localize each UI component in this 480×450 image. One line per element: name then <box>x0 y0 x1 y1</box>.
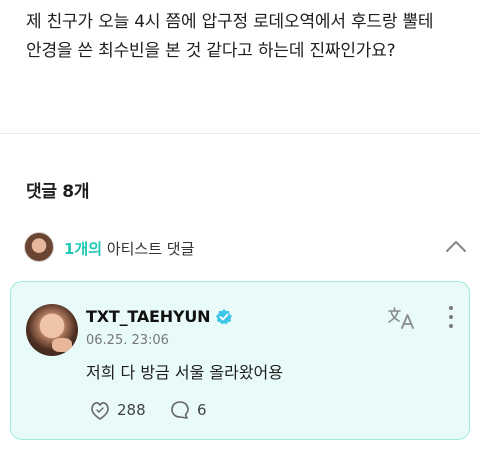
avatar[interactable] <box>26 304 78 356</box>
like-button[interactable]: 288 <box>89 399 146 421</box>
like-count: 288 <box>117 401 146 419</box>
comments-header: 댓글 8개 <box>26 182 90 202</box>
comment-timestamp: 06.25. 23:06 <box>86 333 169 348</box>
more-vertical-icon[interactable] <box>447 306 455 332</box>
artist-comment-card: TXT_TAEHYUN 06.25. 23:06 저희 다 방금 서울 올라왔어… <box>10 281 470 440</box>
divider <box>0 133 480 134</box>
chevron-up-icon[interactable] <box>444 236 468 256</box>
artist-comments-row[interactable]: 1개의 아티스트 댓글 <box>24 232 474 264</box>
reply-button[interactable]: 6 <box>169 399 207 421</box>
artist-comments-label: 1개의 아티스트 댓글 <box>64 238 194 259</box>
comment-body: 저희 다 방금 서울 올라왔어용 <box>86 363 283 382</box>
author-name[interactable]: TXT_TAEHYUN <box>86 307 211 326</box>
artist-avatar <box>24 232 54 262</box>
reply-count: 6 <box>197 401 207 419</box>
like-icon <box>91 402 109 420</box>
artist-comments-text: 아티스트 댓글 <box>102 240 195 258</box>
reply-icon <box>171 401 189 419</box>
translate-icon[interactable] <box>387 306 417 330</box>
artist-comments-count: 1개의 <box>64 240 103 258</box>
comment-author[interactable]: TXT_TAEHYUN <box>86 307 233 326</box>
verified-badge-icon <box>216 308 233 324</box>
post-text: 제 친구가 오늘 4시 쯤에 압구정 로데오역에서 후드랑 뿔테 안경을 쓴 최… <box>26 12 434 61</box>
